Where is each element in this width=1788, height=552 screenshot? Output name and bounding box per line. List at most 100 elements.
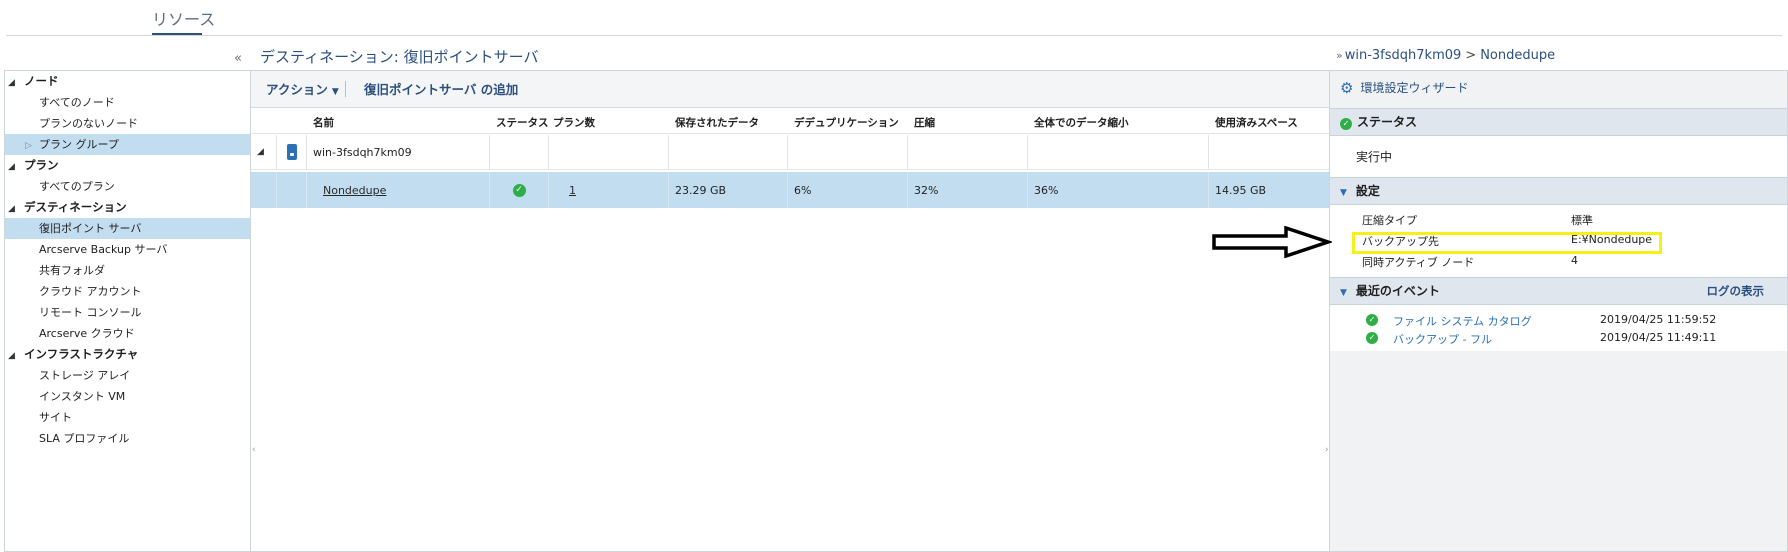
col-header-plan-count[interactable]: プラン数: [553, 115, 595, 130]
status-value: 実行中: [1356, 150, 1393, 164]
expanded-triangle-icon[interactable]: ◢: [8, 157, 18, 178]
breadcrumb-server[interactable]: win-3fsdqh7km09: [1345, 48, 1462, 63]
group-row-server[interactable]: ◢ win-3fsdqh7km09: [251, 135, 1329, 170]
tree-item-all-nodes[interactable]: すべてのノード: [5, 92, 250, 113]
tree-item-recovery-point-server[interactable]: 復旧ポイント サーバ: [5, 218, 250, 239]
right-panel-resize-handle[interactable]: ›: [1325, 445, 1329, 455]
collapsed-triangle-icon[interactable]: ▷: [25, 136, 35, 157]
chevron-down-icon[interactable]: ▼: [1340, 288, 1347, 298]
group-cell: [490, 135, 549, 169]
col-header-saved-data[interactable]: 保存されたデータ: [675, 115, 759, 130]
action-menu-label: アクション: [266, 82, 328, 97]
breadcrumb-separator: >: [1465, 48, 1477, 63]
tree-item-storage-array[interactable]: ストレージ アレイ: [5, 365, 250, 386]
recent-events-title: 最近のイベント: [1355, 284, 1440, 298]
setting-label-concurrent-active-nodes: 同時アクティブ ノード: [1362, 256, 1475, 269]
tree-item-nodes-without-plan[interactable]: プランのないノード: [5, 113, 250, 134]
tree-group-destinations[interactable]: ◢ デスティネーション: [5, 197, 250, 218]
highlight-box: [1352, 232, 1662, 254]
status-ok-icon: ✓: [512, 183, 526, 197]
expanded-triangle-icon[interactable]: ◢: [8, 73, 18, 94]
tab-resources[interactable]: リソース: [152, 6, 215, 30]
tree-group-infrastructure[interactable]: ◢ インフラストラクチャ: [5, 344, 250, 365]
page-title: デスティネーション: 復旧ポイントサーバ: [260, 48, 539, 66]
wizard-label: 環境設定ウィザード: [1360, 81, 1469, 95]
event-name[interactable]: バックアップ - フル: [1393, 331, 1492, 347]
tree-item-label: プラン グループ: [39, 138, 119, 151]
group-expand-toggle[interactable]: ◢: [251, 135, 277, 169]
event-ok-icon: ✓: [1366, 314, 1378, 326]
row-compression: 32%: [908, 172, 1028, 208]
tree-item-arcserve-backup-server[interactable]: Arcserve Backup サーバ: [5, 239, 250, 260]
event-name[interactable]: ファイル システム カタログ: [1393, 313, 1532, 329]
double-chevron-left-icon[interactable]: «: [234, 51, 242, 66]
group-cell: [1209, 135, 1329, 169]
recent-events-body: ✓ ファイル システム カタログ 2019/04/25 11:59:52 ✓ バ…: [1330, 305, 1787, 351]
row-name-cell: Nondedupe: [307, 172, 490, 208]
event-ok-icon: ✓: [1366, 332, 1378, 344]
col-header-status[interactable]: ステータス: [496, 115, 549, 130]
gear-icon: ⚙: [1340, 79, 1354, 97]
col-header-used-space[interactable]: 使用済みスペース: [1215, 115, 1298, 130]
configuration-wizard-link[interactable]: ⚙ 環境設定ウィザード: [1340, 79, 1468, 97]
tree-item-site[interactable]: サイト: [5, 407, 250, 428]
setting-value-compression-type: 標準: [1571, 214, 1593, 227]
tree-item-shared-folder[interactable]: 共有フォルダ: [5, 260, 250, 281]
group-cell: [788, 135, 908, 169]
expanded-triangle-icon[interactable]: ◢: [8, 346, 18, 367]
status-section-header[interactable]: ✓ ステータス: [1330, 108, 1787, 136]
top-divider: [6, 35, 1782, 36]
add-recovery-point-server-button[interactable]: 復旧ポイントサーバ の追加: [364, 79, 518, 98]
col-header-overall-reduction[interactable]: 全体でのデータ縮小: [1034, 115, 1129, 130]
row-overall-reduction: 36%: [1028, 172, 1209, 208]
row-spacer: [277, 172, 307, 208]
double-chevron-right-icon[interactable]: »: [1336, 49, 1343, 62]
group-cell: [908, 135, 1028, 169]
group-server-name: win-3fsdqh7km09: [307, 135, 490, 169]
view-log-link[interactable]: ログの表示: [1707, 278, 1765, 305]
group-cell: [549, 135, 669, 169]
expanded-triangle-icon[interactable]: ◢: [257, 147, 264, 157]
caret-down-icon: ▼: [331, 87, 339, 97]
event-time: 2019/04/25 11:59:52: [1600, 313, 1717, 326]
tree-item-cloud-account[interactable]: クラウド アカウント: [5, 281, 250, 302]
row-plans-cell: 1: [549, 172, 669, 208]
tree-item-sla-profile[interactable]: SLA プロファイル: [5, 428, 250, 449]
server-icon-cell: [277, 135, 307, 169]
breadcrumb: » win-3fsdqh7km09 > Nondedupe: [1336, 48, 1555, 63]
toolbar-separator: [345, 81, 346, 97]
tree-item-plan-group[interactable]: ▷ プラン グループ: [5, 134, 250, 155]
row-saved-data: 23.29 GB: [669, 172, 788, 208]
server-list-panel: アクション ▼ 復旧ポイントサーバ の追加 名前 ステータス プラン数 保存された…: [251, 70, 1330, 552]
tree-group-label: プラン: [24, 158, 59, 172]
expanded-triangle-icon[interactable]: ◢: [8, 199, 18, 220]
resource-tree: ◢ ノード すべてのノード プランのないノード ▷ プラン グループ ◢ プラン すべ…: [4, 70, 251, 552]
tree-group-plans[interactable]: ◢ プラン: [5, 155, 250, 176]
settings-section-title: 設定: [1355, 184, 1380, 198]
row-status-cell: ✓: [490, 172, 549, 208]
tree-group-nodes[interactable]: ◢ ノード: [5, 71, 250, 92]
tree-item-all-plans[interactable]: すべてのプラン: [5, 176, 250, 197]
rps-name-link[interactable]: Nondedupe: [323, 184, 386, 197]
col-header-name[interactable]: 名前: [313, 115, 334, 130]
action-menu-button[interactable]: アクション ▼: [266, 79, 339, 98]
detail-panel: ⚙ 環境設定ウィザード ✓ ステータス 実行中 ▼ 設定 圧縮タイプ 標準 バックアッ…: [1330, 70, 1788, 552]
tree-item-remote-console[interactable]: リモート コンソール: [5, 302, 250, 323]
tree-item-instant-vm[interactable]: インスタント VM: [5, 386, 250, 407]
chevron-down-icon[interactable]: ▼: [1340, 188, 1347, 198]
grid-header: 名前 ステータス プラン数 保存されたデータ デデュプリケーション 圧縮 全体で…: [251, 108, 1329, 134]
col-header-deduplication[interactable]: デデュプリケーション: [794, 115, 899, 130]
setting-value-concurrent-active-nodes: 4: [1571, 254, 1578, 267]
recent-events-section-header[interactable]: ▼ 最近のイベント ログの表示: [1330, 277, 1787, 305]
table-row[interactable]: Nondedupe ✓ 1 23.29 GB 6% 32% 36% 14.95 …: [251, 172, 1329, 208]
col-header-compression[interactable]: 圧縮: [914, 115, 935, 130]
tree-item-arcserve-cloud[interactable]: Arcserve クラウド: [5, 323, 250, 344]
tree-group-label: デスティネーション: [24, 200, 127, 214]
plan-count-link[interactable]: 1: [569, 184, 576, 197]
row-used-space: 14.95 GB: [1215, 183, 1267, 197]
annotation-arrow-icon: [1212, 226, 1332, 258]
left-panel-resize-handle[interactable]: ‹: [252, 445, 256, 455]
group-cell: [669, 135, 788, 169]
group-cell: [1028, 135, 1209, 169]
settings-section-header[interactable]: ▼ 設定: [1330, 177, 1787, 205]
